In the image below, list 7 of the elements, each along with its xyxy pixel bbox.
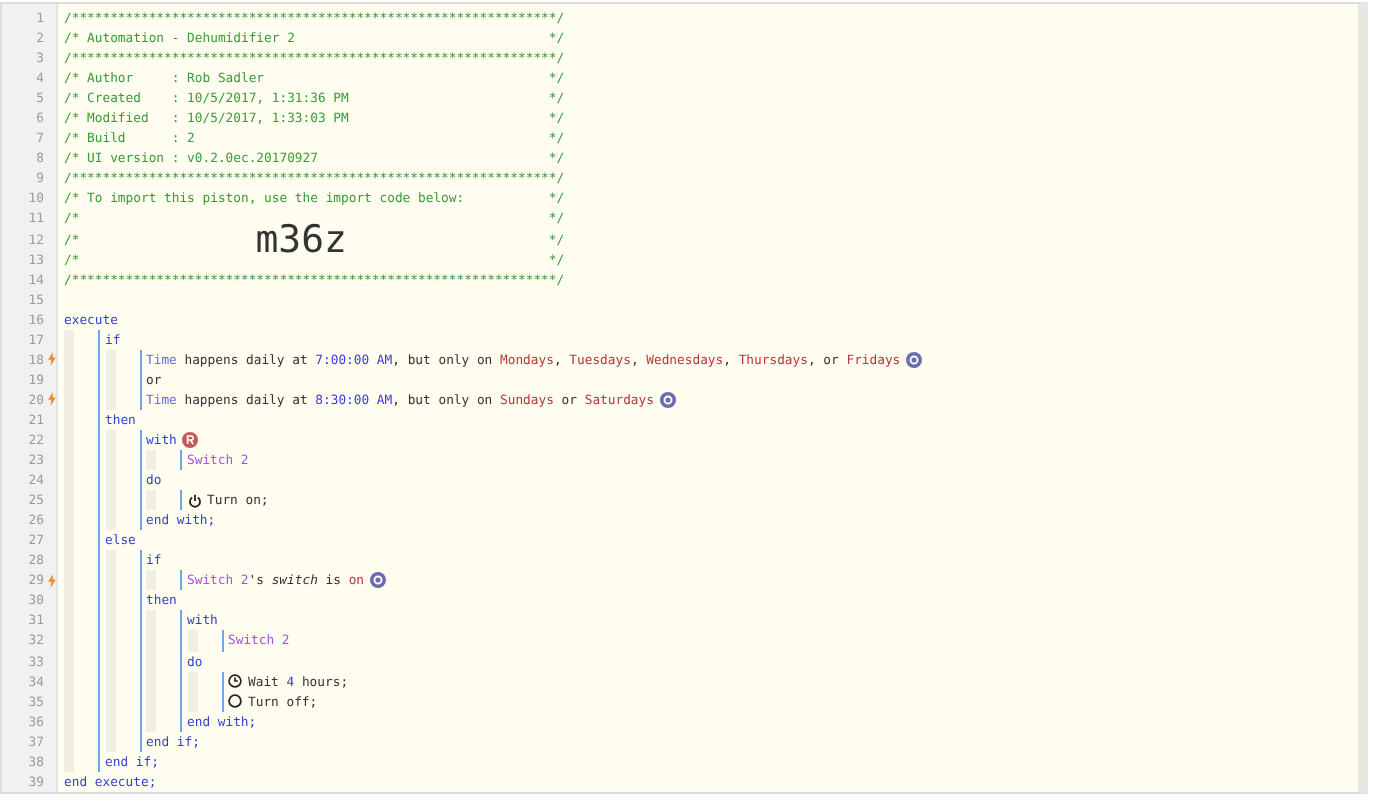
add-icon[interactable] bbox=[906, 351, 923, 368]
circle-icon bbox=[228, 694, 242, 709]
add-icon[interactable] bbox=[370, 572, 387, 589]
power-icon bbox=[187, 493, 201, 508]
clock-icon bbox=[228, 674, 242, 689]
add-icon[interactable] bbox=[659, 391, 676, 408]
restriction-icon[interactable] bbox=[182, 432, 199, 448]
